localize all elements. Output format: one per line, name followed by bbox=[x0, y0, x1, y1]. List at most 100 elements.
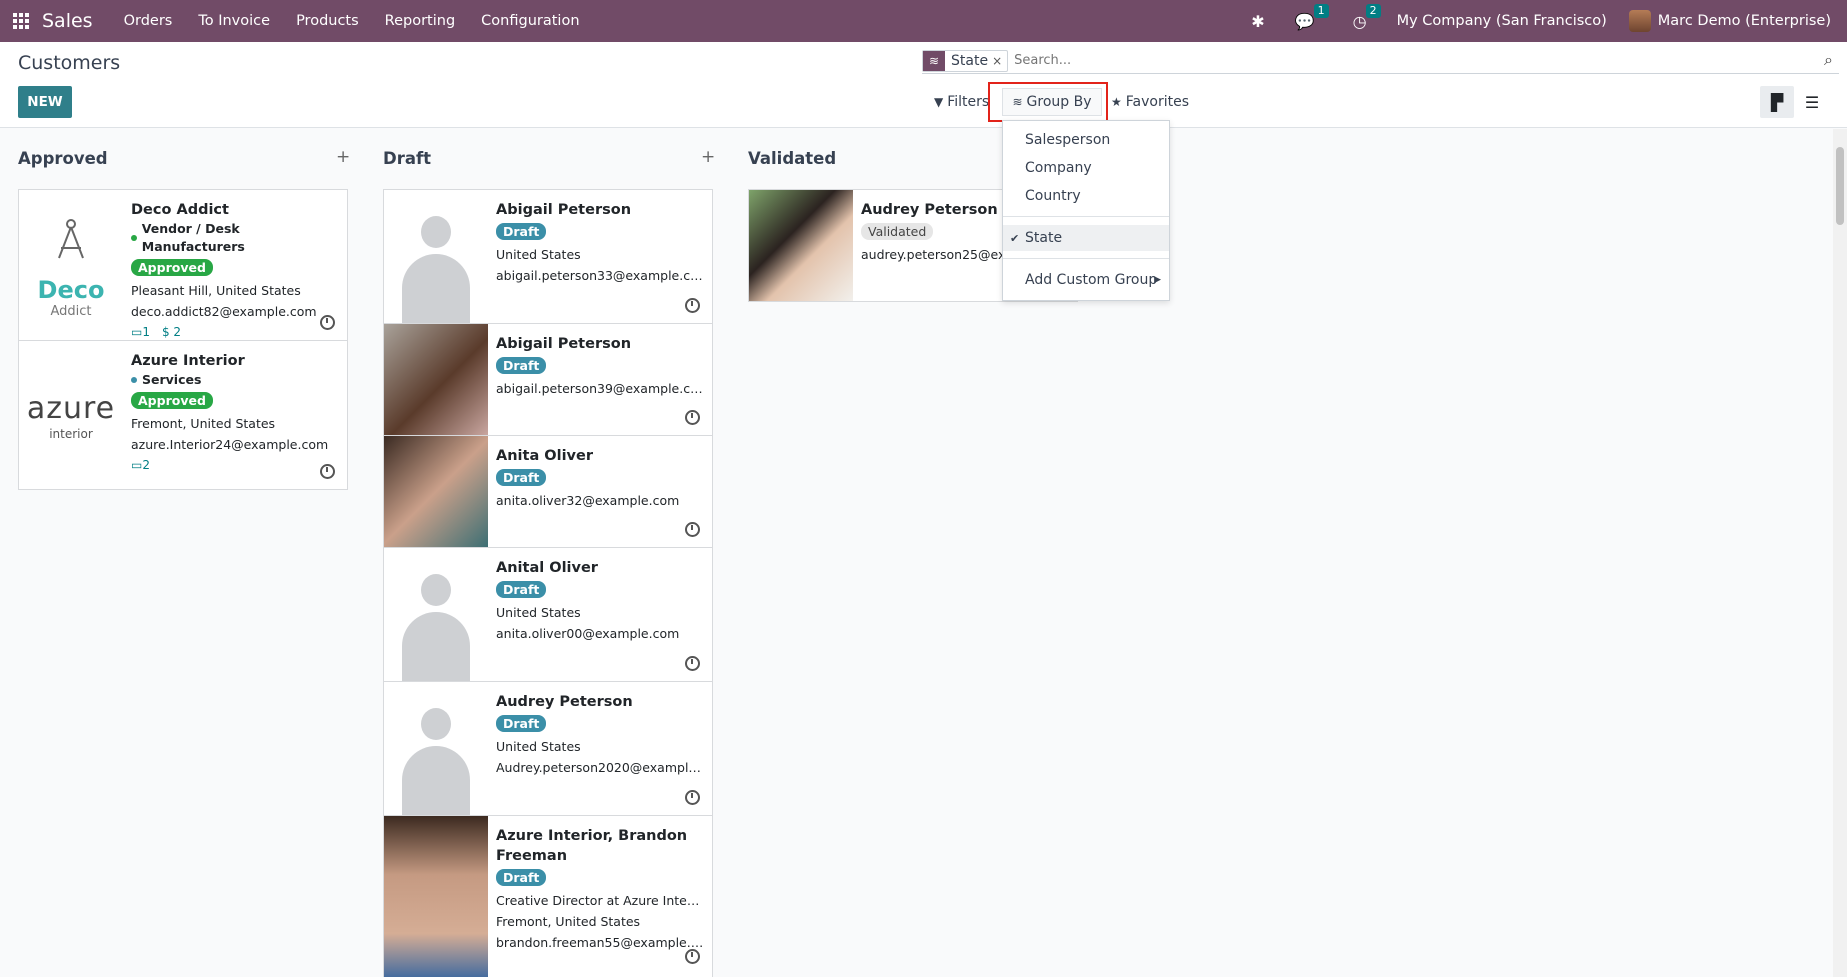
card-line: United States bbox=[496, 247, 581, 262]
card-name: Azure Interior bbox=[131, 353, 245, 369]
check-icon: ✔ bbox=[1010, 231, 1020, 245]
kanban-icon: ▛ bbox=[1770, 92, 1784, 112]
activity-clock-icon[interactable] bbox=[685, 949, 700, 964]
add-record-icon[interactable]: + bbox=[336, 147, 350, 167]
status-badge: Draft bbox=[496, 869, 547, 886]
list-icon: ☰ bbox=[1804, 92, 1820, 112]
meetings-count[interactable]: ▭2 bbox=[131, 458, 150, 472]
kanban-card[interactable]: Anita Oliver Draft anita.oliver32@exampl… bbox=[383, 435, 713, 548]
favorites-label: Favorites bbox=[1125, 94, 1190, 110]
kanban-card[interactable]: Anital Oliver Draft United States anita.… bbox=[383, 547, 713, 682]
groupby-option-state[interactable]: ✔ State bbox=[1003, 225, 1169, 251]
activity-clock-icon[interactable] bbox=[320, 315, 335, 330]
groupby-option-state-label: State bbox=[1025, 230, 1063, 246]
logo-text: Deco bbox=[37, 276, 105, 304]
scrollbar[interactable] bbox=[1833, 129, 1847, 977]
activity-clock-icon[interactable] bbox=[685, 522, 700, 537]
card-line: Creative Director at Azure Interior bbox=[496, 893, 704, 908]
activity-clock-icon[interactable] bbox=[685, 298, 700, 313]
messages-badge: 1 bbox=[1313, 3, 1329, 18]
apps-menu-icon[interactable] bbox=[0, 0, 42, 42]
tag-dot bbox=[131, 377, 137, 383]
caret-right-icon: ▶ bbox=[1154, 275, 1161, 285]
status-badge: Draft bbox=[496, 469, 547, 486]
group-by-dropdown: Salesperson Company Country ✔ State Add … bbox=[1002, 120, 1170, 301]
groupby-option-company[interactable]: Company bbox=[1003, 155, 1169, 181]
add-custom-group-label: Add Custom Group bbox=[1025, 272, 1158, 288]
contact-avatar-placeholder bbox=[384, 190, 488, 323]
card-line: abigail.peterson33@example.com bbox=[496, 268, 704, 283]
kanban-card[interactable]: Abigail Peterson Draft United States abi… bbox=[383, 189, 713, 324]
favorites-button[interactable]: ★ Favorites bbox=[1111, 88, 1189, 116]
card-line: azure.Interior24@example.com bbox=[131, 437, 329, 452]
logo-subtext: Addict bbox=[50, 304, 92, 319]
star-icon: ★ bbox=[1111, 95, 1122, 109]
avatar[interactable] bbox=[1628, 10, 1651, 32]
new-button[interactable]: NEW bbox=[18, 86, 72, 118]
card-name: Anital Oliver bbox=[496, 560, 598, 576]
search-bar: ≋ State × ⌕ bbox=[922, 48, 1839, 74]
groupby-option-salesperson[interactable]: Salesperson bbox=[1003, 127, 1169, 153]
company-switcher[interactable]: My Company (San Francisco) bbox=[1397, 13, 1607, 29]
card-tag: Services bbox=[142, 372, 202, 387]
page-title: Customers bbox=[18, 52, 121, 74]
card-line: Fremont, United States bbox=[131, 416, 276, 431]
activity-clock-icon[interactable] bbox=[320, 464, 335, 479]
menu-orders[interactable]: Orders bbox=[124, 13, 173, 29]
kanban-view-button[interactable]: ▛ bbox=[1760, 86, 1794, 118]
card-line: Pleasant Hill, United States bbox=[131, 283, 301, 298]
card-name: Azure Interior, Brandon bbox=[496, 828, 688, 844]
kanban-card[interactable]: Audrey Peterson Draft United States Audr… bbox=[383, 681, 713, 816]
card-name: Deco Addict bbox=[131, 202, 229, 218]
column-header-approved: Approved bbox=[18, 149, 108, 168]
status-badge: Approved bbox=[131, 259, 213, 276]
status-badge: Validated bbox=[861, 223, 934, 240]
activity-clock-icon[interactable]: ◷ 2 bbox=[1353, 3, 1381, 31]
user-menu[interactable]: Marc Demo (Enterprise) bbox=[1658, 13, 1831, 29]
add-record-icon[interactable]: + bbox=[701, 147, 715, 167]
activity-clock-icon[interactable] bbox=[685, 790, 700, 805]
menu-to-invoice[interactable]: To Invoice bbox=[198, 13, 270, 29]
card-name-continued: Freeman bbox=[496, 848, 568, 864]
activity-clock-icon[interactable] bbox=[685, 410, 700, 425]
menu-products[interactable]: Products bbox=[296, 13, 359, 29]
top-navbar: Sales Orders To Invoice Products Reporti… bbox=[0, 0, 1847, 42]
meetings-count[interactable]: ▭1 bbox=[131, 325, 150, 339]
search-icon[interactable]: ⌕ bbox=[1824, 50, 1833, 70]
status-badge: Approved bbox=[131, 392, 213, 409]
card-name: Abigail Peterson bbox=[496, 336, 632, 352]
activity-clock-icon[interactable] bbox=[685, 656, 700, 671]
facet-remove-icon[interactable]: × bbox=[992, 54, 1007, 68]
menu-reporting[interactable]: Reporting bbox=[385, 13, 456, 29]
card-name: Anita Oliver bbox=[496, 448, 593, 464]
scrollbar-thumb[interactable] bbox=[1836, 147, 1844, 225]
status-badge: Draft bbox=[496, 223, 547, 240]
card-name: Audrey Peterson bbox=[496, 694, 633, 710]
menu-configuration[interactable]: Configuration bbox=[481, 13, 579, 29]
app-name[interactable]: Sales bbox=[42, 10, 93, 32]
chat-icon[interactable]: 💬 1 bbox=[1295, 3, 1329, 31]
activities-badge: 2 bbox=[1365, 3, 1381, 18]
card-tag: Vendor / Desk Manufacturers bbox=[141, 221, 245, 254]
filter-icon: ▼ bbox=[934, 95, 944, 109]
kanban-card[interactable]: Abigail Peterson Draft abigail.peterson3… bbox=[383, 323, 713, 436]
column-header-draft: Draft bbox=[383, 149, 432, 168]
kanban-card[interactable]: Deco Addict Deco Addict Vendor / Desk Ma… bbox=[18, 189, 348, 341]
facet-value: State bbox=[951, 52, 989, 69]
status-badge: Draft bbox=[496, 581, 547, 598]
company-logo: Deco Addict bbox=[19, 190, 123, 340]
bug-icon[interactable]: ✱ bbox=[1251, 12, 1264, 31]
status-badge: Draft bbox=[496, 715, 547, 732]
contact-photo bbox=[384, 816, 488, 977]
sales-count[interactable]: $ 2 bbox=[162, 325, 181, 339]
card-line: Fremont, United States bbox=[496, 914, 641, 929]
search-input[interactable] bbox=[1014, 53, 1795, 68]
filters-button[interactable]: ▼ Filters bbox=[934, 88, 989, 116]
add-custom-group[interactable]: Add Custom Group ▶ bbox=[1003, 267, 1169, 293]
list-view-button[interactable]: ☰ bbox=[1795, 86, 1829, 118]
logo-subtext: interior bbox=[49, 427, 93, 441]
kanban-card[interactable]: azure interior Azure Interior Services A… bbox=[18, 340, 348, 490]
tag-dot bbox=[131, 235, 137, 241]
groupby-option-country[interactable]: Country bbox=[1003, 183, 1169, 209]
kanban-card[interactable]: Azure Interior, Brandon Freeman Draft Cr… bbox=[383, 815, 713, 977]
